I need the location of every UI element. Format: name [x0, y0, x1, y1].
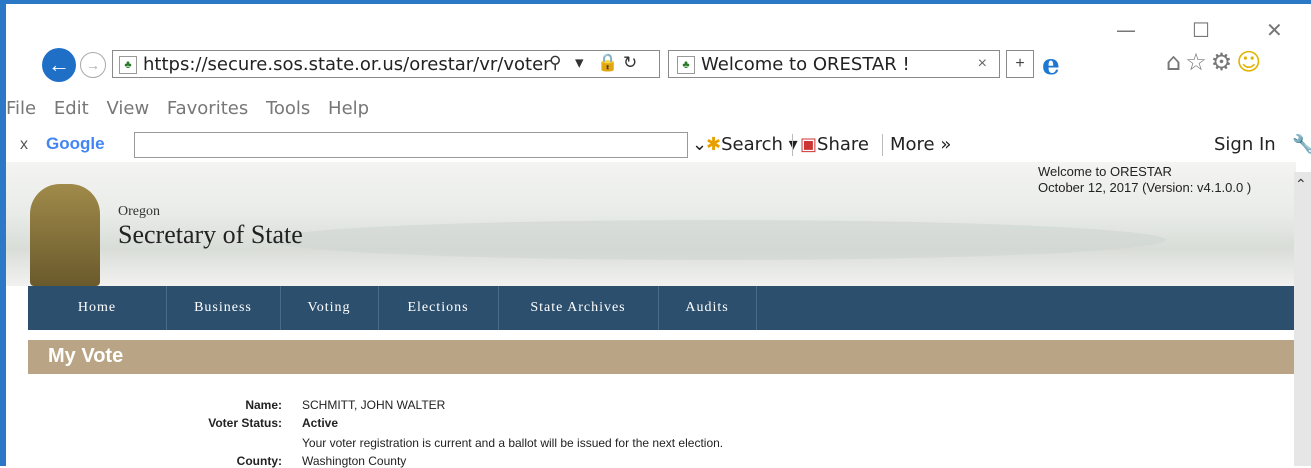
- tab-title: Welcome to ORESTAR !: [701, 54, 910, 75]
- gear-icon[interactable]: ⚙: [1211, 48, 1237, 76]
- menu-tools[interactable]: Tools: [266, 98, 310, 119]
- smiley-icon[interactable]: ☺: [1236, 48, 1265, 76]
- address-url[interactable]: https://secure.sos.state.or.us/orestar/v…: [143, 54, 553, 75]
- status-label: Voter Status:: [208, 416, 282, 430]
- name-label: Name:: [245, 398, 282, 412]
- address-bar[interactable]: ♣ https://secure.sos.state.or.us/orestar…: [112, 50, 660, 78]
- tab-close-icon[interactable]: ×: [978, 55, 987, 73]
- nav-voting[interactable]: Voting: [280, 286, 379, 330]
- search-icon[interactable]: ⚲: [549, 53, 561, 73]
- menu-help[interactable]: Help: [328, 98, 369, 119]
- site-favicon-icon: ♣: [119, 56, 137, 74]
- google-signin-link[interactable]: Sign In: [1214, 134, 1276, 155]
- wrench-icon[interactable]: 🔧: [1292, 134, 1311, 155]
- site-nav: Home Business Voting Elections State Arc…: [28, 286, 1296, 330]
- voter-status: Active: [302, 416, 339, 430]
- menu-favorites[interactable]: Favorites: [167, 98, 248, 119]
- google-toolbar: x Google ⌄ ✱Search ▾ ▣Share More » Sign …: [6, 128, 1311, 162]
- google-search-input[interactable]: [134, 132, 688, 158]
- statue-logo: [30, 184, 100, 286]
- menu-bar: File Edit View Favorites Tools Help: [6, 98, 381, 119]
- chevron-down-icon[interactable]: ⌄: [692, 134, 707, 155]
- section-header: My Vote: [28, 340, 1296, 374]
- web-page: Oregon Secretary of State Welcome to ORE…: [6, 162, 1296, 468]
- tab-favicon-icon: ♣: [677, 56, 695, 74]
- site-oregon-label: Oregon: [118, 204, 160, 219]
- vertical-scrollbar[interactable]: ⌃: [1294, 172, 1311, 466]
- minimize-button[interactable]: —: [1116, 18, 1136, 42]
- google-logo: Google: [46, 134, 105, 153]
- back-arrow-icon[interactable]: ←: [42, 48, 76, 82]
- share-icon: ▣: [800, 134, 818, 155]
- refresh-icon[interactable]: ↻: [623, 53, 637, 73]
- voter-name: SCHMITT, JOHN WALTER: [302, 398, 446, 412]
- menu-file[interactable]: File: [6, 98, 36, 119]
- favorites-star-icon[interactable]: ☆: [1185, 48, 1211, 76]
- dropdown-icon[interactable]: ▾: [575, 53, 584, 73]
- google-search-button[interactable]: ✱Search ▾: [706, 134, 798, 155]
- maximize-button[interactable]: ☐: [1192, 18, 1210, 42]
- nav-state-archives[interactable]: State Archives: [498, 286, 659, 330]
- tab-orestar[interactable]: ♣ Welcome to ORESTAR ! ×: [668, 50, 1000, 78]
- separator: [882, 134, 883, 156]
- menu-edit[interactable]: Edit: [54, 98, 89, 119]
- google-more-button[interactable]: More »: [890, 134, 951, 155]
- new-tab-icon[interactable]: +: [1006, 50, 1034, 78]
- search-logo-icon: ✱: [706, 134, 722, 155]
- lock-icon: 🔒: [597, 53, 619, 73]
- google-toolbar-close-icon[interactable]: x: [20, 136, 28, 154]
- edge-icon[interactable]: e: [1042, 48, 1060, 81]
- nav-audits[interactable]: Audits: [658, 286, 757, 330]
- home-icon[interactable]: ⌂: [1166, 48, 1185, 76]
- site-banner: Oregon Secretary of State Welcome to ORE…: [6, 162, 1296, 286]
- browser-toolbar-icons: ⌂☆⚙☺: [1166, 48, 1265, 76]
- nav-elections[interactable]: Elections: [378, 286, 499, 330]
- welcome-text: Welcome to ORESTAR: [1038, 164, 1172, 179]
- forward-arrow-icon[interactable]: →: [80, 52, 106, 78]
- scroll-up-icon[interactable]: ⌃: [1295, 176, 1307, 193]
- menu-view[interactable]: View: [106, 98, 149, 119]
- date-version: October 12, 2017 (Version: v4.1.0.0 ): [1038, 180, 1252, 195]
- nav-business[interactable]: Business: [166, 286, 281, 330]
- voter-status-note: Your voter registration is current and a…: [302, 436, 724, 450]
- separator: [792, 134, 793, 156]
- section-title: My Vote: [48, 345, 124, 367]
- nav-home[interactable]: Home: [28, 286, 167, 330]
- google-share-button[interactable]: ▣Share: [800, 134, 869, 155]
- site-title[interactable]: Secretary of State: [118, 220, 303, 250]
- crater-lake-image: [266, 220, 1166, 260]
- close-button[interactable]: ✕: [1266, 18, 1283, 42]
